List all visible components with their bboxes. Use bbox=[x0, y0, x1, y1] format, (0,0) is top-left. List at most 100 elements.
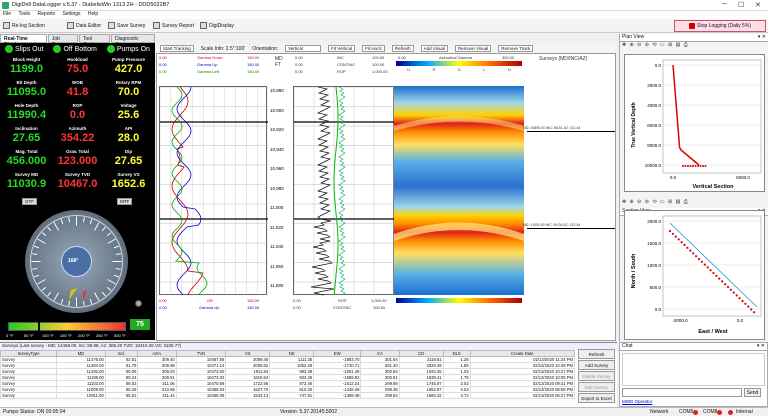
tab-strip: Real-Time Display Job Center Tool Center… bbox=[0, 34, 155, 48]
plan-view-toolbar[interactable]: ✥ ⊕ ⊖ ⊘ ⟲ ▭ ⊞ ▤ ⎙ bbox=[620, 42, 768, 51]
svg-text:0.0: 0.0 bbox=[655, 307, 662, 312]
survey-panel: Surveys (Last survey - MD: 12468.00, Inc… bbox=[0, 342, 617, 407]
table-row[interactable]: Survey 10911.00 85.51 311.44 10458.05 1533.13… bbox=[0, 392, 576, 399]
close-icon[interactable]: ✕ bbox=[755, 1, 761, 9]
azimuth-label: U bbox=[407, 67, 411, 72]
table-cell: 1533.13 bbox=[225, 392, 271, 399]
temp-tick-label: 200 °F bbox=[78, 333, 90, 338]
readout-azimuth: Azimuth 354.22 bbox=[53, 126, 102, 145]
internal-label: Internal bbox=[736, 409, 753, 415]
curve-name: Gamma Down bbox=[197, 55, 223, 60]
readout-value: 27.65 bbox=[104, 155, 153, 167]
digidisplay-button[interactable]: DigiDisplay bbox=[200, 22, 234, 29]
remove-visual-button[interactable]: Remove Visual bbox=[455, 45, 492, 52]
section-view-toolbar[interactable]: ✥ ⊕ ⊖ ⊘ ⟲ ▭ ⊞ ▤ ⎙ bbox=[620, 199, 768, 208]
orientation-select[interactable]: Vertical bbox=[285, 45, 322, 52]
depth-label: 11,000 bbox=[270, 205, 284, 210]
stop-icon bbox=[689, 23, 696, 29]
status-light-icon bbox=[53, 45, 62, 53]
fit-horiz-button[interactable]: Fit Horiz bbox=[362, 45, 385, 52]
survey-marker-label: MD: 11000.00 INC: 89.26 AZ: 312.44 bbox=[523, 223, 581, 227]
tab-tool-center[interactable]: Tool Center bbox=[78, 34, 111, 48]
tracking-toolbar: Start Tracking Scale Info: 2.5":100' Ori… bbox=[156, 44, 616, 53]
table-cell: 747.91 bbox=[269, 392, 315, 399]
table-cell: 1560.32 bbox=[398, 392, 444, 399]
send-button[interactable]: Send bbox=[744, 388, 761, 397]
refresh-button[interactable]: Refresh bbox=[391, 45, 414, 52]
pumps-status: Pumps Status: ON 00:05:04 bbox=[3, 409, 66, 415]
menu-help[interactable]: Help bbox=[88, 11, 98, 17]
svg-text:8000.0: 8000.0 bbox=[647, 143, 661, 148]
ft-header: FT bbox=[275, 62, 282, 68]
tab-real-time-display[interactable]: Real-Time Display bbox=[0, 34, 47, 48]
panel-pin-icon[interactable]: ▾ ✕ bbox=[757, 343, 765, 349]
azimuth-label: D bbox=[457, 67, 461, 72]
readout-survey-tvd: Survey TVD 10467.0 bbox=[53, 172, 102, 191]
relog-button[interactable]: Re-log Section bbox=[3, 22, 45, 29]
data-editor-button[interactable]: Data Editor bbox=[67, 22, 101, 29]
curve-min: 0.00 bbox=[295, 69, 303, 74]
edit-survey-button[interactable]: Edit Survey bbox=[578, 382, 615, 392]
survey-caption: Surveys (Last survey - MD: 12468.00, Inc… bbox=[0, 343, 617, 350]
curve-max: 100.00 bbox=[372, 62, 385, 67]
azimuthal-gamma-image bbox=[394, 86, 524, 295]
readout-value: 0.0 bbox=[53, 109, 102, 121]
remove-track-button[interactable]: Remove Track bbox=[498, 45, 534, 52]
add-visual-button[interactable]: Add Visual bbox=[420, 45, 449, 52]
survey-report-button[interactable]: Survey Report bbox=[153, 22, 194, 29]
delete-survey-button[interactable]: Delete Survey bbox=[578, 371, 615, 381]
readout-voltage: Voltage 25.6 bbox=[104, 103, 153, 122]
readout-mag-total: Mag. Total 456.000 bbox=[2, 149, 51, 168]
readout-value: 11030.9 bbox=[2, 178, 51, 190]
export-excel-button[interactable]: Export to Excel bbox=[578, 393, 615, 403]
azimuthal-image-track bbox=[394, 86, 524, 295]
chat-input[interactable] bbox=[622, 388, 742, 397]
depth-label: 10,940 bbox=[270, 146, 284, 152]
add-survey-button[interactable]: Add Survey bbox=[578, 360, 615, 370]
maximize-icon[interactable]: ☐ bbox=[738, 1, 744, 9]
menu-reports[interactable]: Reports bbox=[38, 11, 56, 17]
menu-bar: File Tools Reports Settings Help bbox=[0, 11, 768, 19]
depth-label: 10,880 bbox=[270, 88, 284, 93]
tab-diagnostic-center[interactable]: Diagnostic Center bbox=[111, 34, 155, 48]
refresh-survey-button[interactable]: Refresh bbox=[578, 349, 615, 359]
menu-tools[interactable]: Tools bbox=[18, 11, 30, 17]
menu-file[interactable]: File bbox=[3, 11, 11, 17]
stop-logging-button[interactable]: Stop Logging (Daily 5%) bbox=[674, 20, 766, 32]
menu-settings[interactable]: Settings bbox=[62, 11, 80, 17]
operator-link[interactable]: MWD Operator bbox=[622, 399, 652, 404]
svg-text:0.0: 0.0 bbox=[655, 63, 662, 68]
gtf-button[interactable]: GTF bbox=[22, 198, 37, 205]
save-icon bbox=[108, 22, 115, 29]
gamma-track bbox=[159, 86, 269, 296]
version-text: Version: 5.37.20145.5002 bbox=[280, 409, 337, 415]
internal-status-icon bbox=[728, 410, 733, 415]
readout-bit-depth: Bit Depth 11095.0 bbox=[2, 80, 51, 99]
readout-hookload: Hookload 75.0 bbox=[53, 57, 102, 76]
right-panel: Plan View ▾ ✕ ✥ ⊕ ⊖ ⊘ ⟲ ▭ ⊞ ▤ ⎙ True Vert… bbox=[619, 34, 768, 341]
curve-max: 1,000.00 bbox=[372, 69, 388, 74]
network-label: Network bbox=[650, 409, 669, 415]
save-survey-button[interactable]: Save Survey bbox=[108, 22, 145, 29]
svg-text:-2000.0: -2000.0 bbox=[672, 318, 688, 323]
table-cell: 298.84 bbox=[360, 392, 400, 399]
readout-grav-total: Grav. Total 123.000 bbox=[53, 149, 102, 168]
temp-tick-label: 50 °F bbox=[24, 333, 34, 338]
gamma-color-scale bbox=[396, 61, 522, 66]
mtf-button[interactable]: MTF bbox=[117, 198, 133, 205]
readout-value: 456.000 bbox=[2, 155, 51, 167]
start-tracking-button[interactable]: Start Tracking bbox=[160, 45, 194, 52]
table-cell: 10458.05 bbox=[175, 392, 227, 399]
readout-pump-pressure: Pump Pressure 427.0 bbox=[104, 57, 153, 76]
panel-pin-icon[interactable]: ▾ ✕ bbox=[758, 34, 766, 40]
readout-rop: ROP 0.0 bbox=[53, 103, 102, 122]
minimize-icon[interactable]: ─ bbox=[722, 1, 727, 8]
status-light-icon bbox=[106, 45, 115, 53]
toolface-gauge: 168° bbox=[25, 210, 128, 313]
readout-api: API 28.0 bbox=[104, 126, 153, 145]
survey-marker-line bbox=[527, 228, 615, 229]
curve-max: 150.00 bbox=[247, 69, 260, 74]
gauge-settings-icon[interactable] bbox=[135, 300, 142, 307]
tab-job-center[interactable]: Job Center bbox=[47, 34, 78, 48]
fit-vertical-button[interactable]: Fit Vertical bbox=[328, 45, 356, 52]
